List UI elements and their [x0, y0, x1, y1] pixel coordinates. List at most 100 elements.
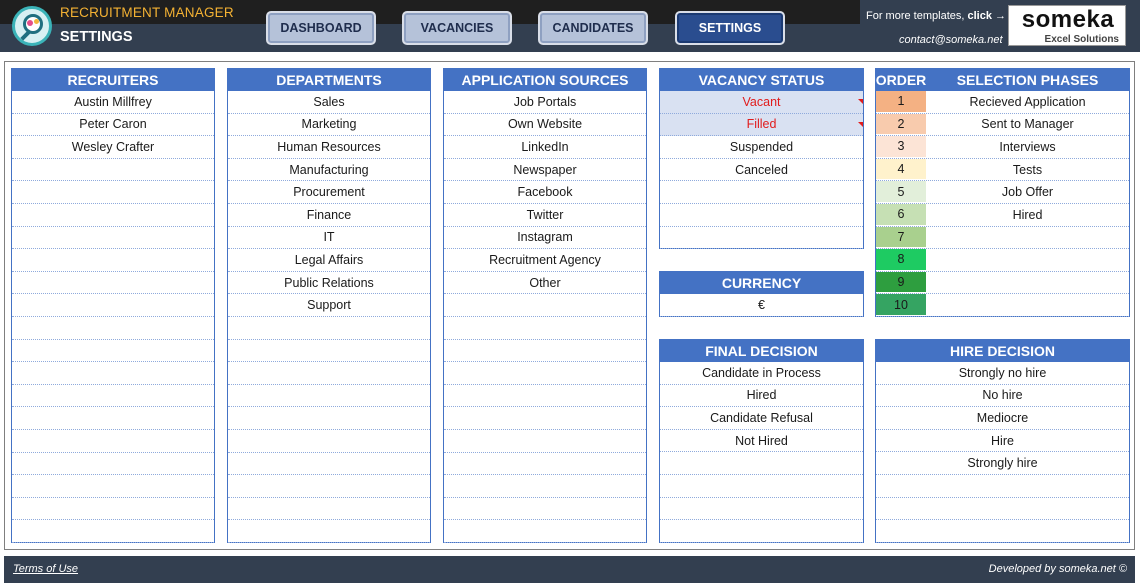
list-item[interactable] [12, 520, 214, 543]
list-item[interactable]: Strongly hire [876, 452, 1129, 475]
phase-name[interactable] [926, 227, 1129, 249]
phase-name[interactable]: Sent to Manager [926, 114, 1129, 136]
list-item[interactable]: Peter Caron [12, 114, 214, 137]
dashboard-button[interactable]: DASHBOARD [266, 11, 376, 45]
list-item[interactable] [444, 362, 646, 385]
list-item[interactable]: Strongly no hire [876, 362, 1129, 385]
list-item[interactable] [228, 407, 430, 430]
list-item[interactable] [660, 452, 863, 475]
list-item[interactable] [660, 520, 863, 543]
list-item[interactable] [228, 430, 430, 453]
candidates-button[interactable]: CANDIDATES [538, 11, 648, 45]
list-item[interactable] [660, 498, 863, 521]
list-item[interactable]: Not Hired [660, 430, 863, 453]
list-item[interactable] [228, 385, 430, 408]
list-item[interactable]: Candidate Refusal [660, 407, 863, 430]
list-item[interactable]: LinkedIn [444, 136, 646, 159]
list-item[interactable] [660, 227, 863, 250]
list-item[interactable]: Human Resources [228, 136, 430, 159]
phase-name[interactable]: Interviews [926, 136, 1129, 158]
list-item[interactable]: Twitter [444, 204, 646, 227]
list-item[interactable]: Marketing [228, 114, 430, 137]
list-item[interactable] [444, 317, 646, 340]
list-item[interactable] [228, 475, 430, 498]
list-item[interactable] [12, 249, 214, 272]
list-item[interactable]: Canceled [660, 159, 863, 182]
list-item[interactable] [12, 317, 214, 340]
list-item[interactable]: Finance [228, 204, 430, 227]
list-item[interactable]: Support [228, 294, 430, 317]
list-item[interactable]: Legal Affairs [228, 249, 430, 272]
list-item[interactable] [12, 362, 214, 385]
phase-name[interactable] [926, 249, 1129, 271]
phase-name[interactable] [926, 272, 1129, 294]
list-item[interactable]: Other [444, 272, 646, 295]
list-item[interactable]: Own Website [444, 114, 646, 137]
list-item[interactable] [12, 407, 214, 430]
list-item[interactable]: No hire [876, 385, 1129, 408]
list-item[interactable]: Vacant [660, 91, 863, 114]
someka-logo[interactable]: someka Excel Solutions [1008, 5, 1126, 46]
list-item[interactable]: Hire [876, 430, 1129, 453]
list-item[interactable] [876, 520, 1129, 543]
list-item[interactable] [228, 317, 430, 340]
list-item[interactable] [444, 475, 646, 498]
list-item[interactable] [444, 340, 646, 363]
list-item[interactable]: IT [228, 227, 430, 250]
list-item[interactable] [444, 385, 646, 408]
list-item[interactable] [12, 340, 214, 363]
list-item[interactable] [444, 498, 646, 521]
terms-of-use-link[interactable]: Terms of Use [13, 563, 78, 575]
list-item[interactable] [660, 475, 863, 498]
list-item[interactable] [228, 520, 430, 543]
list-item[interactable]: Candidate in Process [660, 362, 863, 385]
list-item[interactable]: Manufacturing [228, 159, 430, 182]
settings-button[interactable]: SETTINGS [675, 11, 785, 45]
list-item[interactable] [228, 362, 430, 385]
list-item[interactable] [876, 475, 1129, 498]
currency-value[interactable]: € [660, 294, 863, 317]
vacancies-button[interactable]: VACANCIES [402, 11, 512, 45]
list-item[interactable]: Facebook [444, 181, 646, 204]
list-item[interactable] [12, 181, 214, 204]
list-item[interactable]: Hired [660, 385, 863, 408]
click-link[interactable]: click → [967, 10, 1006, 22]
list-item[interactable] [12, 272, 214, 295]
list-item[interactable] [444, 520, 646, 543]
list-item[interactable]: Recruitment Agency [444, 249, 646, 272]
list-item[interactable]: Instagram [444, 227, 646, 250]
list-item[interactable] [228, 453, 430, 476]
list-item[interactable]: Sales [228, 91, 430, 114]
list-item[interactable]: Wesley Crafter [12, 136, 214, 159]
list-item[interactable]: Suspended [660, 136, 863, 159]
list-item[interactable] [876, 498, 1129, 521]
list-item[interactable] [12, 294, 214, 317]
list-item[interactable] [444, 294, 646, 317]
list-item[interactable] [444, 453, 646, 476]
list-item[interactable]: Austin Millfrey [12, 91, 214, 114]
list-item[interactable] [444, 407, 646, 430]
phase-name[interactable]: Hired [926, 204, 1129, 226]
list-item[interactable] [12, 227, 214, 250]
list-item[interactable] [12, 430, 214, 453]
list-item[interactable] [660, 204, 863, 227]
list-item[interactable]: Filled [660, 113, 863, 137]
list-item[interactable] [12, 159, 214, 182]
list-item[interactable]: Mediocre [876, 407, 1129, 430]
list-item[interactable]: Job Portals [444, 91, 646, 114]
phase-name[interactable] [926, 294, 1129, 316]
list-item[interactable] [12, 385, 214, 408]
list-item[interactable] [228, 340, 430, 363]
more-templates-link[interactable]: For more templates, click → [866, 10, 1006, 22]
list-item[interactable]: Procurement [228, 181, 430, 204]
list-item[interactable] [12, 475, 214, 498]
list-item[interactable] [12, 498, 214, 521]
list-item[interactable] [444, 430, 646, 453]
list-item[interactable] [12, 204, 214, 227]
phase-name[interactable]: Job Offer [926, 181, 1129, 203]
list-item[interactable]: Public Relations [228, 272, 430, 295]
contact-email[interactable]: contact@someka.net [899, 34, 1003, 46]
list-item[interactable] [660, 181, 863, 204]
list-item[interactable]: Newspaper [444, 159, 646, 182]
phase-name[interactable]: Recieved Application [926, 91, 1129, 113]
